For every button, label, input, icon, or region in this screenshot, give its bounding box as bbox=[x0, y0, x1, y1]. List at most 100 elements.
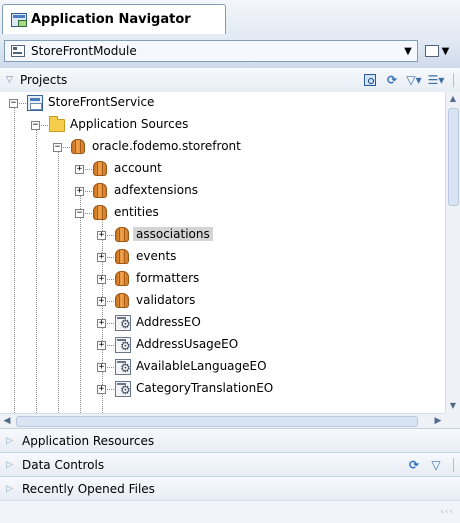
accordion-data-controls[interactable]: ▷ Data Controls ⟳ ▽ bbox=[0, 452, 460, 476]
collapse-minus-icon[interactable]: − bbox=[31, 121, 40, 130]
status-bar: ‹‹‹ bbox=[0, 500, 460, 523]
tree-node-label: StoreFrontService bbox=[48, 95, 155, 109]
collapse-minus-icon[interactable]: − bbox=[9, 99, 18, 108]
expand-plus-icon[interactable]: + bbox=[97, 319, 106, 328]
package-icon bbox=[93, 183, 107, 198]
resize-grip-icon[interactable]: ‹‹‹ bbox=[440, 507, 454, 517]
tree-node-label: entities bbox=[114, 205, 159, 219]
tree-node[interactable]: − entities bbox=[0, 202, 445, 224]
expand-plus-icon[interactable]: + bbox=[97, 385, 106, 394]
package-icon bbox=[115, 227, 129, 242]
collapse-triangle-icon[interactable]: ▽ bbox=[6, 75, 16, 85]
scroll-right-icon[interactable]: ▶ bbox=[431, 414, 445, 428]
scroll-down-icon[interactable]: ▼ bbox=[446, 399, 460, 413]
package-icon bbox=[115, 271, 129, 286]
expand-plus-icon[interactable]: + bbox=[97, 253, 106, 262]
tree-node[interactable]: + events bbox=[0, 246, 445, 268]
tree-node-label: formatters bbox=[136, 271, 200, 285]
package-icon bbox=[115, 293, 129, 308]
module-selector-value: StoreFrontModule bbox=[31, 44, 137, 58]
refresh-button[interactable]: ⟳ bbox=[405, 456, 423, 474]
tree-node-label: Application Sources bbox=[70, 117, 189, 131]
tree-node[interactable]: + adfextensions bbox=[0, 180, 445, 202]
filter-button[interactable]: ▽ bbox=[427, 456, 445, 474]
expand-plus-icon[interactable]: + bbox=[97, 363, 106, 372]
projects-header: ▽ Projects ⟳ ▽▾ ☰▾ bbox=[0, 68, 460, 93]
tree-node-label: AddressEO bbox=[136, 315, 201, 329]
chevron-down-icon: ▼ bbox=[441, 45, 450, 57]
package-icon bbox=[115, 249, 129, 264]
module-options-button[interactable]: ▼ bbox=[420, 40, 454, 62]
expand-triangle-icon: ▷ bbox=[6, 435, 13, 446]
tab-title: Application Navigator bbox=[31, 12, 191, 27]
scroll-left-icon[interactable]: ◀ bbox=[0, 414, 14, 428]
collapse-minus-icon[interactable]: − bbox=[75, 209, 84, 218]
tree-node-label: CategoryTranslationEO bbox=[136, 381, 274, 395]
chevron-down-icon[interactable]: ▼ bbox=[399, 46, 417, 57]
tree-node[interactable]: − StoreFrontService bbox=[0, 92, 445, 114]
filter-button[interactable]: ▽▾ bbox=[405, 71, 423, 89]
accordion-recently-opened-files[interactable]: ▷ Recently Opened Files bbox=[0, 476, 460, 500]
expand-plus-icon[interactable]: + bbox=[97, 275, 106, 284]
project-tree: − StoreFrontService − Application Sources − o… bbox=[0, 92, 445, 413]
collapse-minus-icon[interactable]: − bbox=[53, 143, 62, 152]
tree-node-label: associations bbox=[133, 227, 213, 241]
tree-node-label: account bbox=[114, 161, 162, 175]
package-icon bbox=[93, 161, 107, 176]
tree-node-label: validators bbox=[136, 293, 196, 307]
projects-label: Projects bbox=[20, 73, 68, 87]
tree-node-label: events bbox=[136, 249, 177, 263]
package-icon bbox=[93, 205, 107, 220]
project-icon bbox=[27, 95, 43, 111]
module-selector[interactable]: StoreFrontModule ▼ bbox=[4, 40, 418, 62]
application-navigator-icon bbox=[11, 12, 27, 27]
filter-icon: ▽ bbox=[431, 457, 441, 472]
entity-object-icon bbox=[115, 337, 131, 353]
tree-node[interactable]: + CategoryTranslationEO bbox=[0, 378, 445, 400]
tree-node[interactable]: − Application Sources bbox=[0, 114, 445, 136]
scroll-corner bbox=[445, 413, 460, 428]
expand-plus-icon[interactable]: + bbox=[75, 187, 84, 196]
accordion-label: Data Controls bbox=[22, 457, 105, 472]
tree-node[interactable]: + AddressUsageEO bbox=[0, 334, 445, 356]
find-button[interactable] bbox=[361, 71, 379, 89]
expand-plus-icon[interactable]: + bbox=[97, 341, 106, 350]
find-icon bbox=[364, 74, 376, 86]
entity-object-icon bbox=[115, 381, 131, 397]
package-icon bbox=[71, 139, 85, 154]
expand-triangle-icon: ▷ bbox=[6, 483, 13, 494]
toolbar-divider bbox=[453, 457, 454, 472]
horizontal-scroll-thumb[interactable] bbox=[16, 416, 418, 427]
toolbar-divider bbox=[453, 73, 454, 87]
refresh-button[interactable]: ⟳ bbox=[383, 71, 401, 89]
vertical-scroll-thumb[interactable] bbox=[448, 108, 459, 206]
entity-object-icon bbox=[115, 359, 131, 375]
tree-node[interactable]: + validators bbox=[0, 290, 445, 312]
module-options-icon bbox=[424, 45, 439, 57]
accordion-label: Recently Opened Files bbox=[22, 481, 155, 496]
tree-node[interactable]: + AddressEO bbox=[0, 312, 445, 334]
tree-node[interactable]: + account bbox=[0, 158, 445, 180]
tree-node[interactable]: + formatters bbox=[0, 268, 445, 290]
options-button[interactable]: ☰▾ bbox=[427, 71, 445, 89]
vertical-scrollbar[interactable]: ▲ ▼ bbox=[445, 92, 460, 413]
tree-node[interactable]: − oracle.fodemo.storefront bbox=[0, 136, 445, 158]
module-bar: StoreFrontModule ▼ ▼ bbox=[0, 34, 460, 69]
folder-icon bbox=[49, 116, 65, 132]
accordion-application-resources[interactable]: ▷ Application Resources bbox=[0, 428, 460, 452]
expand-triangle-icon: ▷ bbox=[6, 459, 13, 470]
tree-node[interactable]: + associations bbox=[0, 224, 445, 246]
expand-plus-icon[interactable]: + bbox=[75, 165, 84, 174]
horizontal-scrollbar[interactable]: ◀ ▶ bbox=[0, 413, 445, 428]
module-icon bbox=[11, 45, 25, 57]
refresh-icon: ⟳ bbox=[386, 73, 398, 87]
tree-node[interactable]: + AvailableLanguageEO bbox=[0, 356, 445, 378]
tree-node-label: oracle.fodemo.storefront bbox=[92, 139, 241, 153]
entity-object-icon bbox=[115, 315, 131, 331]
tab-strip: Application Navigator bbox=[0, 0, 460, 35]
expand-plus-icon[interactable]: + bbox=[97, 231, 106, 240]
tab-application-navigator[interactable]: Application Navigator bbox=[2, 4, 226, 34]
scroll-up-icon[interactable]: ▲ bbox=[446, 92, 460, 106]
accordion-label: Application Resources bbox=[22, 433, 155, 448]
expand-plus-icon[interactable]: + bbox=[97, 297, 106, 306]
